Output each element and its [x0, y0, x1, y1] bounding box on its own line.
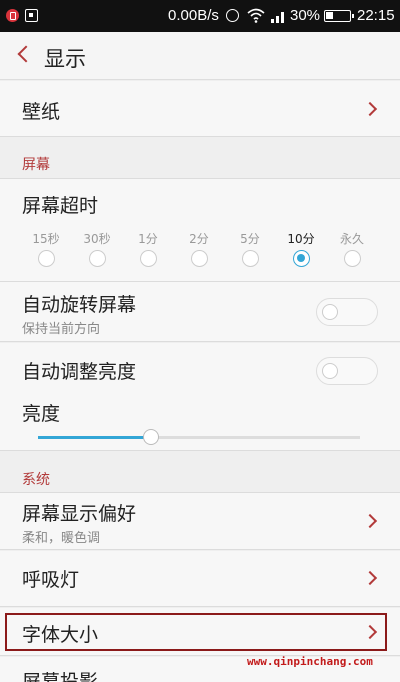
- brightness-row: 自动调整亮度 亮度: [0, 343, 400, 451]
- battery-icon: [324, 10, 354, 22]
- section-title: 系统: [22, 472, 50, 488]
- chevron-right-icon: [362, 513, 378, 529]
- screen-timeout-label: 屏幕超时: [22, 195, 99, 217]
- wallpaper-row[interactable]: 壁纸: [0, 81, 400, 137]
- chevron-right-icon: [362, 101, 378, 117]
- section-header-system: 系统: [0, 463, 400, 493]
- brightness-slider-thumb[interactable]: [142, 429, 159, 445]
- clock: 22:15: [357, 7, 395, 24]
- back-arrow-icon[interactable]: [17, 45, 35, 63]
- wifi-icon: [247, 8, 265, 23]
- display-preference-row[interactable]: 屏幕显示偏好 柔和，暖色调: [0, 492, 400, 550]
- timeout-option-5m[interactable]: 5分: [230, 230, 270, 267]
- screen-projection-label: 屏幕投影: [22, 671, 99, 682]
- battery-percent: 30%: [290, 7, 321, 24]
- display-preference-label: 屏幕显示偏好: [22, 503, 137, 525]
- timeout-option-1m[interactable]: 1分: [128, 230, 168, 267]
- brightness-slider-fill: [38, 436, 151, 439]
- watermark-text: www.qinpinchang.com: [247, 655, 373, 668]
- timeout-option-label: 1分: [138, 232, 158, 246]
- page-title: 显示: [44, 47, 86, 71]
- section-title: 屏幕: [22, 157, 50, 173]
- notification-icon: [25, 9, 38, 22]
- timeout-option-10m[interactable]: 10分: [281, 230, 321, 267]
- radio-button[interactable]: [88, 250, 106, 267]
- auto-brightness-toggle[interactable]: [316, 357, 378, 385]
- radio-button[interactable]: [37, 250, 55, 267]
- section-header-screen: 屏幕: [0, 148, 400, 178]
- timeout-option-label: 30秒: [83, 232, 111, 246]
- radio-button[interactable]: [343, 250, 361, 267]
- timeout-option-label: 10分: [287, 232, 315, 246]
- radio-button[interactable]: [139, 250, 157, 267]
- radio-button-selected[interactable]: [292, 250, 310, 267]
- auto-rotate-sublabel: 保持当前方向: [22, 322, 101, 337]
- alarm-icon: [226, 9, 239, 22]
- timeout-option-label: 15秒: [32, 232, 60, 246]
- signal-icon: [271, 12, 284, 23]
- auto-rotate-row[interactable]: 自动旋转屏幕 保持当前方向: [0, 282, 400, 342]
- font-size-highlight-frame: [5, 613, 387, 651]
- display-preference-sublabel: 柔和，暖色调: [22, 531, 101, 546]
- brightness-slider[interactable]: [38, 429, 360, 445]
- timeout-option-15s[interactable]: 15秒: [26, 230, 66, 267]
- timeout-option-30s[interactable]: 30秒: [77, 230, 117, 267]
- screen-timeout-options: 15秒 30秒 1分 2分 5分 10分 永久: [0, 230, 400, 280]
- timeout-option-label: 2分: [189, 232, 209, 246]
- timeout-option-forever[interactable]: 永久: [332, 230, 372, 267]
- brightness-label: 亮度: [22, 403, 61, 425]
- network-speed: 0.00B/s: [168, 7, 219, 24]
- status-bar: 0.00B/s 30% 22:15: [0, 0, 400, 32]
- radio-button[interactable]: [190, 250, 208, 267]
- timeout-option-2m[interactable]: 2分: [179, 230, 219, 267]
- auto-rotate-toggle[interactable]: [316, 298, 378, 326]
- radio-button[interactable]: [241, 250, 259, 267]
- title-bar: 显示: [0, 32, 400, 80]
- auto-brightness-label: 自动调整亮度: [22, 361, 137, 383]
- auto-rotate-label: 自动旋转屏幕: [22, 294, 137, 316]
- breathing-light-row[interactable]: 呼吸灯: [0, 551, 400, 607]
- wallpaper-label: 壁纸: [22, 101, 61, 123]
- breathing-light-label: 呼吸灯: [22, 569, 80, 591]
- notification-app-icon: [6, 9, 19, 22]
- timeout-option-label: 5分: [240, 232, 260, 246]
- chevron-right-icon: [362, 570, 378, 586]
- timeout-option-label: 永久: [339, 232, 364, 246]
